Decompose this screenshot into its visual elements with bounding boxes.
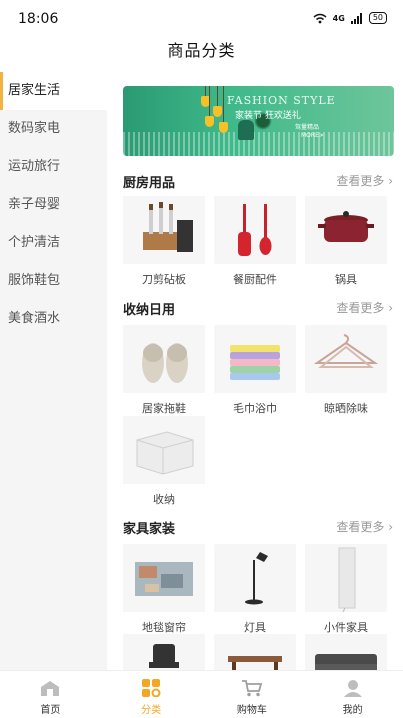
battery-icon: 50 bbox=[368, 12, 387, 24]
tile-kitchen-tools[interactable]: 餐厨配件 bbox=[214, 196, 296, 287]
lamp-decoration bbox=[219, 122, 228, 133]
chair-decoration bbox=[238, 120, 254, 140]
sidebar-item-food[interactable]: 美食酒水 bbox=[0, 300, 107, 338]
section-more-furniture[interactable]: 查看更多 › bbox=[336, 518, 393, 535]
banner-more: 驾量精品 MORE> bbox=[295, 124, 324, 140]
tile-hangers[interactable]: 晾晒除味 bbox=[305, 325, 387, 416]
tile-label: 小件家具 bbox=[324, 621, 368, 634]
category-icon bbox=[142, 679, 161, 697]
cart-icon bbox=[241, 680, 263, 697]
tile-knife-board[interactable]: 刀剪砧板 bbox=[123, 196, 205, 287]
lamp-icon bbox=[214, 544, 296, 612]
category-content: FASHION STYLE 家装节 狂欢送礼 驾量精品 MORE> 厨房用品 查… bbox=[107, 72, 403, 670]
tab-home[interactable]: 首页 bbox=[0, 671, 101, 718]
more-label: 查看更多 bbox=[336, 174, 385, 188]
wifi-icon bbox=[313, 13, 327, 23]
tile-label: 居家拖鞋 bbox=[142, 402, 186, 415]
section-more-storage[interactable]: 查看更多 › bbox=[336, 299, 393, 316]
knife-set-icon bbox=[123, 196, 205, 264]
tile-label: 锅具 bbox=[335, 273, 357, 286]
section-title-kitchen: 厨房用品 bbox=[123, 176, 176, 191]
tile-label: 灯具 bbox=[244, 621, 266, 634]
sidebar-item-home-living[interactable]: 居家生活 bbox=[0, 72, 107, 110]
banner-decoration bbox=[123, 132, 394, 156]
section-title-storage: 收纳日用 bbox=[123, 303, 176, 318]
chevron-right-icon: › bbox=[388, 174, 393, 188]
tile-sofa[interactable] bbox=[305, 634, 387, 670]
profile-icon bbox=[343, 680, 362, 697]
tile-chair[interactable] bbox=[123, 634, 205, 670]
sidebar-item-apparel[interactable]: 服饰鞋包 bbox=[0, 262, 107, 300]
sidebar-item-personal-care[interactable]: 个护清洁 bbox=[0, 224, 107, 262]
category-sidebar: 居家生活 数码家电 运动旅行 亲子母婴 个护清洁 服饰鞋包 美食酒水 bbox=[0, 72, 107, 670]
page-title: 商品分类 bbox=[167, 41, 236, 60]
banner-more-line1: 驾量精品 bbox=[295, 124, 320, 131]
tab-label: 购物车 bbox=[236, 705, 267, 716]
nav-header: 商品分类 bbox=[0, 36, 403, 72]
rug-icon bbox=[123, 544, 205, 612]
more-label: 查看更多 bbox=[336, 520, 385, 534]
table-icon bbox=[214, 634, 296, 670]
pot-icon bbox=[305, 196, 387, 264]
mirror-icon bbox=[305, 544, 387, 612]
office-chair-icon bbox=[123, 634, 205, 670]
chevron-right-icon: › bbox=[388, 520, 393, 534]
tile-label: 毛巾浴巾 bbox=[233, 402, 277, 415]
promo-banner[interactable]: FASHION STYLE 家装节 狂欢送礼 驾量精品 MORE> bbox=[123, 86, 394, 156]
hanger-icon bbox=[305, 325, 387, 393]
sofa-icon bbox=[305, 634, 387, 670]
bottom-tab-bar: 首页 分类 购物车 我的 bbox=[0, 670, 403, 718]
banner-title: FASHION STYLE bbox=[227, 94, 336, 107]
tile-storage[interactable]: 收纳 bbox=[123, 416, 205, 507]
tile-label: 地毯窗帘 bbox=[142, 621, 186, 634]
tab-category[interactable]: 分类 bbox=[101, 671, 202, 718]
tile-table[interactable] bbox=[214, 634, 296, 670]
sidebar-item-sports[interactable]: 运动旅行 bbox=[0, 148, 107, 186]
home-icon bbox=[41, 681, 60, 696]
tile-cookware[interactable]: 锅具 bbox=[305, 196, 387, 287]
tab-profile[interactable]: 我的 bbox=[302, 671, 403, 718]
banner-more-line2: MORE> bbox=[301, 132, 324, 139]
signal-icon bbox=[350, 12, 362, 24]
tile-label: 刀剪砧板 bbox=[142, 273, 186, 286]
tab-label: 分类 bbox=[141, 705, 162, 716]
lamp-decoration bbox=[213, 106, 222, 117]
slippers-icon bbox=[123, 325, 205, 393]
tile-slippers[interactable]: 居家拖鞋 bbox=[123, 325, 205, 416]
tab-label: 我的 bbox=[342, 705, 363, 716]
towels-icon bbox=[214, 325, 296, 393]
tile-rugs[interactable]: 地毯窗帘 bbox=[123, 544, 205, 635]
status-icons: 4G 50 bbox=[313, 12, 387, 24]
tile-towels[interactable]: 毛巾浴巾 bbox=[214, 325, 296, 416]
tile-lamps[interactable]: 灯具 bbox=[214, 544, 296, 635]
tab-label: 首页 bbox=[40, 705, 61, 716]
banner-subtitle: 家装节 狂欢送礼 bbox=[235, 111, 301, 121]
signal-text: 4G bbox=[332, 13, 345, 23]
more-label: 查看更多 bbox=[336, 301, 385, 315]
sidebar-item-digital[interactable]: 数码家电 bbox=[0, 110, 107, 148]
tile-label: 餐厨配件 bbox=[233, 273, 277, 286]
sidebar-item-baby[interactable]: 亲子母婴 bbox=[0, 186, 107, 224]
chevron-right-icon: › bbox=[388, 301, 393, 315]
status-bar: 18:06 4G 50 bbox=[0, 0, 403, 36]
tile-label: 晾晒除味 bbox=[324, 402, 368, 415]
spatula-icon bbox=[214, 196, 296, 264]
section-title-furniture: 家具家装 bbox=[123, 522, 176, 537]
tab-cart[interactable]: 购物车 bbox=[202, 671, 303, 718]
lamp-decoration bbox=[205, 116, 214, 127]
tile-label: 收纳 bbox=[153, 493, 175, 506]
tile-small-furniture[interactable]: 小件家具 bbox=[305, 544, 387, 635]
storage-box-icon bbox=[123, 416, 205, 484]
section-more-kitchen[interactable]: 查看更多 › bbox=[336, 172, 393, 189]
status-time: 18:06 bbox=[18, 11, 59, 27]
